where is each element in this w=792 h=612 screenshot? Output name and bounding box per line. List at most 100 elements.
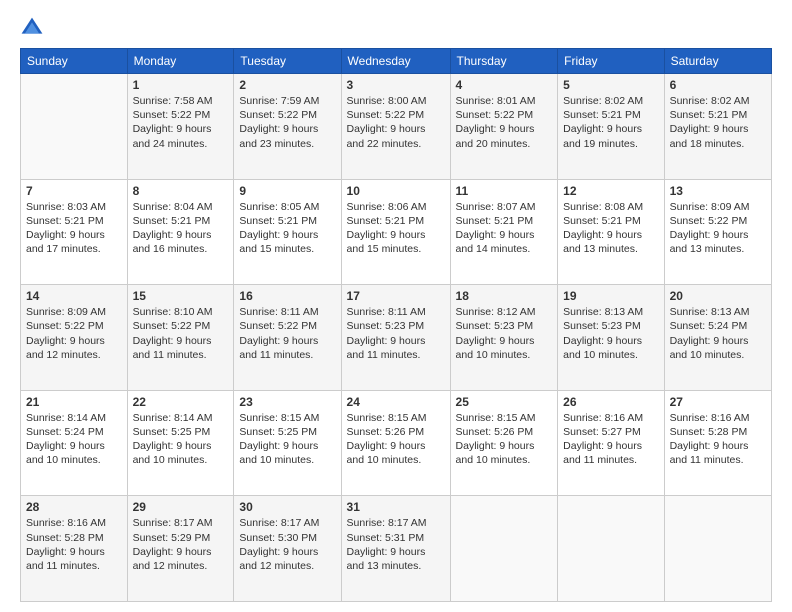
calendar-cell: 29 Sunrise: 8:17 AM Sunset: 5:29 PM Dayli… (127, 496, 234, 602)
calendar-cell: 24 Sunrise: 8:15 AM Sunset: 5:26 PM Dayli… (341, 390, 450, 496)
day-info: Sunrise: 8:15 AM Sunset: 5:26 PM Dayligh… (347, 411, 445, 468)
day-number: 22 (133, 395, 229, 409)
calendar-cell: 20 Sunrise: 8:13 AM Sunset: 5:24 PM Dayli… (664, 285, 771, 391)
calendar-header: SundayMondayTuesdayWednesdayThursdayFrid… (21, 49, 772, 74)
calendar-cell (21, 74, 128, 180)
day-number: 1 (133, 78, 229, 92)
day-info: Sunrise: 8:06 AM Sunset: 5:21 PM Dayligh… (347, 200, 445, 257)
calendar-cell: 3Sunrise: 8:00 AM Sunset: 5:22 PM Daylig… (341, 74, 450, 180)
week-row-3: 14Sunrise: 8:09 AM Sunset: 5:22 PM Dayli… (21, 285, 772, 391)
day-info: Sunrise: 7:58 AM Sunset: 5:22 PM Dayligh… (133, 94, 229, 151)
day-number: 21 (26, 395, 122, 409)
calendar-cell (664, 496, 771, 602)
day-info: Sunrise: 8:07 AM Sunset: 5:21 PM Dayligh… (456, 200, 553, 257)
day-info: Sunrise: 8:17 AM Sunset: 5:31 PM Dayligh… (347, 516, 445, 573)
calendar-cell: 5 Sunrise: 8:02 AM Sunset: 5:21 PM Daylig… (558, 74, 664, 180)
day-info: Sunrise: 7:59 AM Sunset: 5:22 PM Dayligh… (239, 94, 335, 151)
calendar-cell: 19 Sunrise: 8:13 AM Sunset: 5:23 PM Dayli… (558, 285, 664, 391)
day-number: 26 (563, 395, 658, 409)
calendar-cell: 31 Sunrise: 8:17 AM Sunset: 5:31 PM Dayli… (341, 496, 450, 602)
day-number: 23 (239, 395, 335, 409)
day-number: 28 (26, 500, 122, 514)
day-info: Sunrise: 8:11 AM Sunset: 5:23 PM Dayligh… (347, 305, 445, 362)
day-info: Sunrise: 8:13 AM Sunset: 5:24 PM Dayligh… (670, 305, 766, 362)
day-info: Sunrise: 8:17 AM Sunset: 5:29 PM Dayligh… (133, 516, 229, 573)
calendar-cell: 17Sunrise: 8:11 AM Sunset: 5:23 PM Dayli… (341, 285, 450, 391)
day-info: Sunrise: 8:11 AM Sunset: 5:22 PM Dayligh… (239, 305, 335, 362)
calendar-cell: 30 Sunrise: 8:17 AM Sunset: 5:30 PM Dayli… (234, 496, 341, 602)
calendar-cell: 13 Sunrise: 8:09 AM Sunset: 5:22 PM Dayli… (664, 179, 771, 285)
day-info: Sunrise: 8:16 AM Sunset: 5:27 PM Dayligh… (563, 411, 658, 468)
logo (20, 16, 48, 40)
calendar-cell: 14Sunrise: 8:09 AM Sunset: 5:22 PM Dayli… (21, 285, 128, 391)
week-row-5: 28Sunrise: 8:16 AM Sunset: 5:28 PM Dayli… (21, 496, 772, 602)
calendar-cell: 4 Sunrise: 8:01 AM Sunset: 5:22 PM Daylig… (450, 74, 558, 180)
day-info: Sunrise: 8:14 AM Sunset: 5:24 PM Dayligh… (26, 411, 122, 468)
day-number: 9 (239, 184, 335, 198)
day-number: 12 (563, 184, 658, 198)
calendar-cell: 18 Sunrise: 8:12 AM Sunset: 5:23 PM Dayli… (450, 285, 558, 391)
day-info: Sunrise: 8:10 AM Sunset: 5:22 PM Dayligh… (133, 305, 229, 362)
week-row-2: 7Sunrise: 8:03 AM Sunset: 5:21 PM Daylig… (21, 179, 772, 285)
weekday-header-saturday: Saturday (664, 49, 771, 74)
day-number: 19 (563, 289, 658, 303)
day-info: Sunrise: 8:04 AM Sunset: 5:21 PM Dayligh… (133, 200, 229, 257)
day-number: 24 (347, 395, 445, 409)
day-number: 20 (670, 289, 766, 303)
day-info: Sunrise: 8:13 AM Sunset: 5:23 PM Dayligh… (563, 305, 658, 362)
day-info: Sunrise: 8:02 AM Sunset: 5:21 PM Dayligh… (563, 94, 658, 151)
day-number: 31 (347, 500, 445, 514)
weekday-header-friday: Friday (558, 49, 664, 74)
day-number: 25 (456, 395, 553, 409)
day-number: 27 (670, 395, 766, 409)
calendar-cell: 6Sunrise: 8:02 AM Sunset: 5:21 PM Daylig… (664, 74, 771, 180)
calendar: SundayMondayTuesdayWednesdayThursdayFrid… (20, 48, 772, 602)
day-number: 18 (456, 289, 553, 303)
calendar-cell: 23Sunrise: 8:15 AM Sunset: 5:25 PM Dayli… (234, 390, 341, 496)
calendar-cell: 15 Sunrise: 8:10 AM Sunset: 5:22 PM Dayli… (127, 285, 234, 391)
weekday-row: SundayMondayTuesdayWednesdayThursdayFrid… (21, 49, 772, 74)
calendar-cell (450, 496, 558, 602)
day-number: 5 (563, 78, 658, 92)
day-number: 14 (26, 289, 122, 303)
day-number: 7 (26, 184, 122, 198)
calendar-cell: 21 Sunrise: 8:14 AM Sunset: 5:24 PM Dayli… (21, 390, 128, 496)
calendar-cell: 10Sunrise: 8:06 AM Sunset: 5:21 PM Dayli… (341, 179, 450, 285)
week-row-1: 1 Sunrise: 7:58 AM Sunset: 5:22 PM Daylig… (21, 74, 772, 180)
day-number: 16 (239, 289, 335, 303)
calendar-cell: 28Sunrise: 8:16 AM Sunset: 5:28 PM Dayli… (21, 496, 128, 602)
day-info: Sunrise: 8:01 AM Sunset: 5:22 PM Dayligh… (456, 94, 553, 151)
calendar-body: 1 Sunrise: 7:58 AM Sunset: 5:22 PM Daylig… (21, 74, 772, 602)
day-number: 30 (239, 500, 335, 514)
calendar-cell: 26 Sunrise: 8:16 AM Sunset: 5:27 PM Dayli… (558, 390, 664, 496)
day-number: 3 (347, 78, 445, 92)
calendar-cell: 12 Sunrise: 8:08 AM Sunset: 5:21 PM Dayli… (558, 179, 664, 285)
calendar-cell (558, 496, 664, 602)
calendar-cell: 2Sunrise: 7:59 AM Sunset: 5:22 PM Daylig… (234, 74, 341, 180)
day-number: 29 (133, 500, 229, 514)
weekday-header-thursday: Thursday (450, 49, 558, 74)
day-info: Sunrise: 8:12 AM Sunset: 5:23 PM Dayligh… (456, 305, 553, 362)
calendar-cell: 11 Sunrise: 8:07 AM Sunset: 5:21 PM Dayli… (450, 179, 558, 285)
page: SundayMondayTuesdayWednesdayThursdayFrid… (0, 0, 792, 612)
logo-icon (20, 16, 44, 40)
calendar-cell: 1 Sunrise: 7:58 AM Sunset: 5:22 PM Daylig… (127, 74, 234, 180)
calendar-cell: 27Sunrise: 8:16 AM Sunset: 5:28 PM Dayli… (664, 390, 771, 496)
day-number: 15 (133, 289, 229, 303)
day-info: Sunrise: 8:02 AM Sunset: 5:21 PM Dayligh… (670, 94, 766, 151)
calendar-cell: 9Sunrise: 8:05 AM Sunset: 5:21 PM Daylig… (234, 179, 341, 285)
day-info: Sunrise: 8:09 AM Sunset: 5:22 PM Dayligh… (670, 200, 766, 257)
day-info: Sunrise: 8:08 AM Sunset: 5:21 PM Dayligh… (563, 200, 658, 257)
day-info: Sunrise: 8:15 AM Sunset: 5:26 PM Dayligh… (456, 411, 553, 468)
day-info: Sunrise: 8:17 AM Sunset: 5:30 PM Dayligh… (239, 516, 335, 573)
day-number: 13 (670, 184, 766, 198)
calendar-cell: 16 Sunrise: 8:11 AM Sunset: 5:22 PM Dayli… (234, 285, 341, 391)
weekday-header-wednesday: Wednesday (341, 49, 450, 74)
calendar-cell: 8 Sunrise: 8:04 AM Sunset: 5:21 PM Daylig… (127, 179, 234, 285)
calendar-cell: 7Sunrise: 8:03 AM Sunset: 5:21 PM Daylig… (21, 179, 128, 285)
day-number: 11 (456, 184, 553, 198)
day-number: 8 (133, 184, 229, 198)
day-number: 4 (456, 78, 553, 92)
header (20, 16, 772, 40)
day-info: Sunrise: 8:14 AM Sunset: 5:25 PM Dayligh… (133, 411, 229, 468)
